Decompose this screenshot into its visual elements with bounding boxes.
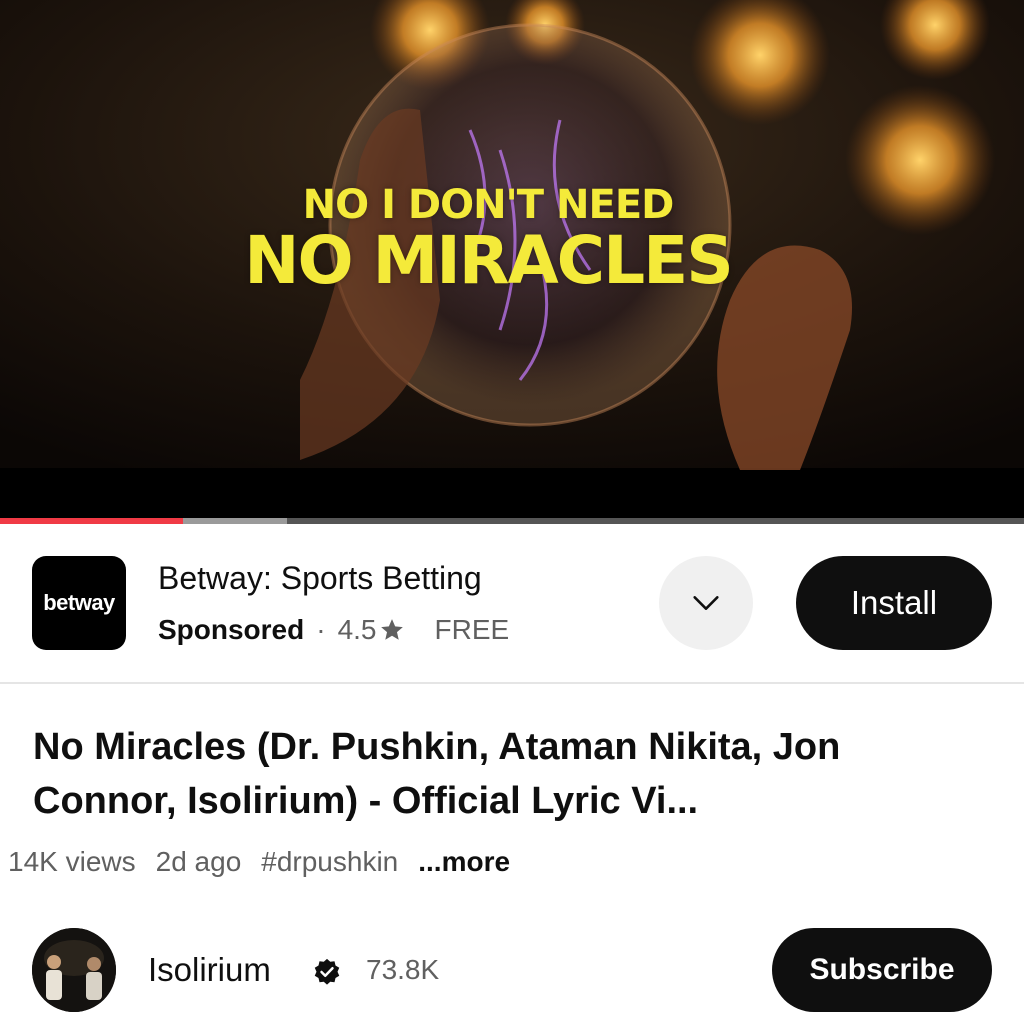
sponsored-ad-card[interactable]: betway Betway: Sports Betting Sponsored … [0,524,1024,682]
video-player[interactable]: NO I DON'T NEED NO MIRACLES [0,0,1024,518]
sponsored-label: Sponsored [158,614,305,645]
install-button[interactable]: Install [796,556,992,650]
lyric-line-2: NO MIRACLES [244,222,734,299]
star-icon [380,619,403,640]
view-count: 14K views [8,846,136,877]
verified-badge-icon [314,958,340,985]
avatar-image [32,928,116,1012]
hashtag-link[interactable]: #drpushkin [261,846,398,878]
ad-expand-button[interactable] [659,556,753,650]
section-divider [0,682,1024,684]
more-link[interactable]: ...more [418,846,510,878]
channel-avatar[interactable] [32,928,116,1012]
video-meta[interactable]: 14K views 2d ago #drpushkin ...more [8,846,510,878]
meta-separator: · [316,614,326,645]
ad-meta: Sponsored · 4.5 FREE [158,614,509,646]
chevron-down-icon [693,596,719,610]
subscriber-count: 73.8K [366,954,440,985]
betway-app-logo[interactable]: betway [32,556,126,650]
ad-app-title[interactable]: Betway: Sports Betting [158,560,482,597]
upload-age: 2d ago [155,846,242,877]
subscribe-button[interactable]: Subscribe [772,928,992,1012]
app-price: FREE [434,614,510,645]
app-rating: 4.5 [337,614,377,645]
channel-name[interactable]: Isolirium [148,951,271,989]
video-title[interactable]: No Miracles (Dr. Pushkin, Ataman Nikita,… [33,720,993,828]
